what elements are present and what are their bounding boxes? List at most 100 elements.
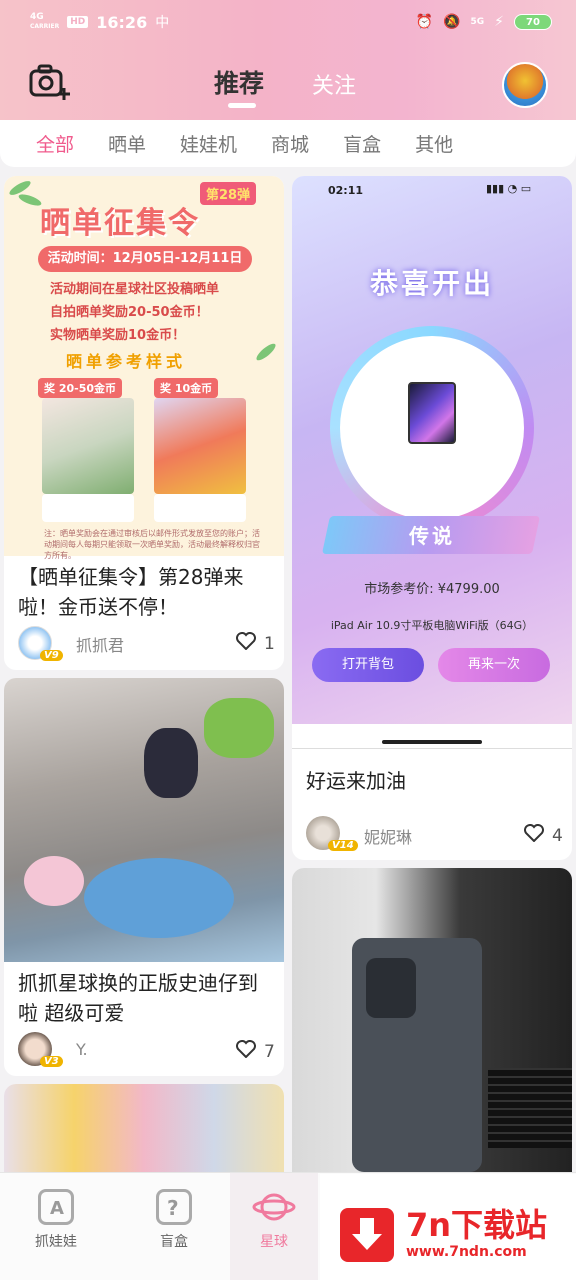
active-tab-indicator [228,103,256,108]
post-title[interactable]: 抓抓星球换的正版史迪仔到啦 超级可爱 [18,968,274,1028]
nav-label: 盲盒 [160,1234,188,1250]
leaf-decoration [254,341,278,363]
post-title[interactable]: 【晒单征集令】第28弹来啦！金币送不停！ [18,562,274,622]
camera-add-icon[interactable] [28,62,72,102]
plush-decoration [144,728,198,798]
alarm-icon: ⏰ [415,14,434,30]
home-indicator [382,740,482,744]
feed-card-stitch[interactable]: 抓抓星球换的正版史迪仔到啦 超级可爱 V3 Y. 7 [4,678,284,1076]
nav-label: 抓娃娃 [35,1234,77,1250]
open-backpack-button: 打开背包 [312,648,424,682]
congrats-title: 恭喜开出 [369,267,494,300]
notification-icon: 中 [155,15,170,31]
sample-caption [154,494,246,522]
nav-planet[interactable]: 星球 [230,1173,318,1280]
sample-photo [42,398,134,494]
heart-icon [236,632,256,655]
poster-line: 实物晒单奖励10金币！ [50,328,186,343]
mute-icon: 🔕 [443,14,461,30]
mystery-box-icon: ? [156,1189,192,1225]
username[interactable]: Y. [76,1040,88,1059]
post-image [292,868,572,1172]
ipad-image [408,382,456,444]
tab-recommend[interactable]: 推荐 [214,64,264,100]
poster-line: 活动期间在星球社区投稿晒单 [50,282,220,297]
category-other[interactable]: 其他 [415,130,453,157]
poster-issue-badge: 第28弹 [200,182,257,205]
top-header: 推荐 关注 [0,50,576,120]
like-button[interactable]: 7 [236,1040,275,1063]
try-again-button: 再来一次 [438,648,550,682]
category-mall[interactable]: 商城 [271,130,309,157]
phone-status-icons: ▮▮▮ ◔ ▭ [486,182,532,195]
level-badge: V9 [40,650,63,661]
divider [292,748,572,749]
charging-icon: ⚡ [494,14,504,30]
heart-icon [236,1040,256,1063]
camera-module [366,958,416,1018]
nav-claw-machine[interactable]: A 抓娃娃 [12,1173,100,1280]
watermark-url: www.7ndn.com [406,1244,527,1260]
market-price: 市场参考价: ¥4799.00 [364,582,500,597]
category-blind-box[interactable]: 盲盒 [343,130,381,157]
category-showcase[interactable]: 晒单 [108,130,146,157]
signal-icon: 5G [470,17,485,27]
nav-blind-box[interactable]: ? 盲盒 [130,1173,218,1280]
like-count: 1 [264,633,275,654]
feed-card-blindbox[interactable]: 02:11 ▮▮▮ ◔ ▭ 恭喜开出 传说 市场参考价: ¥4799.00 iP… [292,176,572,860]
image-bottom [292,724,572,750]
status-bar: 4G CARRIER HD 16:26 中 ⏰ 🔕 5G ⚡ 70 [0,0,576,44]
feed-card-poster[interactable]: 第28弹 晒单征集令 活动时间：12月05日-12月11日 活动期间在星球社区投… [4,176,284,670]
plush-decoration [24,856,84,906]
rarity-label: 传说 [409,524,455,548]
heart-icon [524,824,544,847]
category-all[interactable]: 全部 [36,130,74,157]
level-badge: V3 [40,1056,63,1067]
claw-machine-icon: A [38,1189,74,1225]
plush-decoration [204,698,274,758]
post-image [4,678,284,962]
tab-follow[interactable]: 关注 [312,68,356,100]
reward-tag: 奖 20-50金币 [38,378,123,398]
username[interactable]: 抓抓君 [76,632,124,656]
category-bar: 全部 晒单 娃娃机 商城 盲盒 其他 [0,120,576,167]
poster-date: 活动时间：12月05日-12月11日 [38,246,252,272]
poster-line: 自拍晒单奖励20-50金币！ [50,305,209,320]
planet-icon [252,1187,296,1227]
reward-tag: 奖 10金币 [154,378,219,398]
leaf-decoration [17,192,43,208]
feed-card-iphone[interactable] [292,868,572,1172]
post-image: 02:11 ▮▮▮ ◔ ▭ 恭喜开出 传说 市场参考价: ¥4799.00 iP… [292,176,572,724]
poster-subheading: 晒单参考样式 [66,352,187,371]
post-image [4,1084,284,1172]
like-button[interactable]: 4 [524,824,563,847]
level-badge: V14 [328,840,358,851]
hd-badge: HD [67,16,89,28]
plush-decoration [84,858,234,938]
like-count: 7 [264,1041,275,1062]
watermark-title: 7n下载站 [406,1206,548,1244]
poster-image: 第28弹 晒单征集令 活动时间：12月05日-12月11日 活动期间在星球社区投… [4,176,284,560]
download-arrow-icon [340,1208,394,1262]
svg-text:?: ? [167,1196,179,1220]
poster-headline: 晒单征集令 [40,206,200,241]
network-indicator: 4G CARRIER [30,12,60,31]
clock: 16:26 [96,12,148,32]
feed-card-plush[interactable] [4,1084,284,1172]
keyboard [488,1068,572,1148]
nav-label: 星球 [260,1234,288,1250]
like-count: 4 [552,825,563,846]
sample-caption [42,494,134,522]
category-claw-machine[interactable]: 娃娃机 [180,130,237,157]
product-name: iPad Air 10.9寸平板电脑WiFi版（64G） [330,619,534,632]
like-button[interactable]: 1 [236,632,275,655]
battery-indicator: 70 [514,14,552,30]
poster-footnote: 注：晒单奖励会在通过审核后以邮件形式发放至您的账户；活动期间每人每期只能领取一次… [44,529,260,560]
username[interactable]: 妮妮琳 [364,824,412,848]
phone-time: 02:11 [328,184,364,197]
post-title[interactable]: 好运来加油 [306,766,562,796]
sample-photo [154,398,246,494]
svg-text:A: A [50,1198,64,1219]
site-watermark: 7n下载站 www.7ndn.com [320,1174,576,1280]
profile-avatar[interactable] [502,62,548,108]
